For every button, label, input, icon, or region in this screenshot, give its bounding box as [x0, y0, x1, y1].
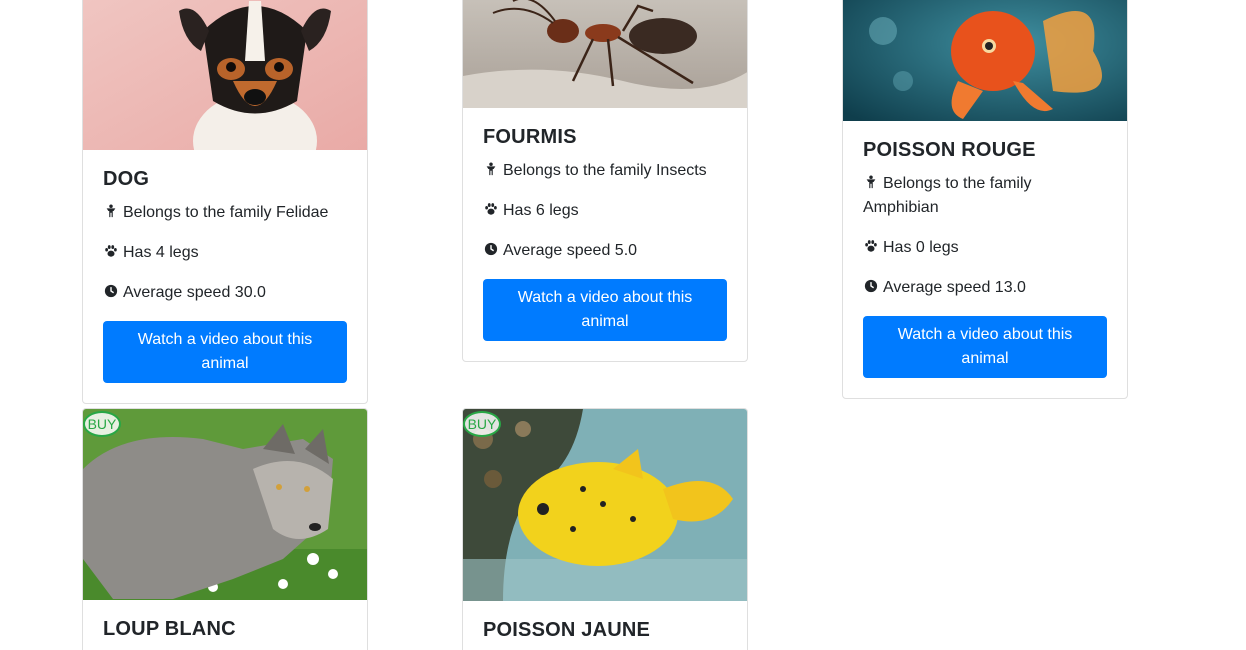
family-info: Belongs to the family Felidae [103, 201, 347, 225]
paw-icon [105, 245, 117, 257]
paw-icon [865, 240, 877, 252]
speed-text: Average speed 30.0 [123, 284, 266, 301]
legs-text: Has 6 legs [503, 202, 579, 219]
paw-icon [485, 203, 497, 215]
legs-text: Has 0 legs [883, 239, 959, 256]
family-text: Belongs to the family Insects [503, 162, 707, 179]
family-icon [866, 175, 876, 189]
pufferfish-image: BUY [463, 409, 747, 601]
dog-image [83, 0, 367, 150]
family-text: Belongs to the family Felidae [123, 204, 329, 221]
legs-text: Has 4 legs [123, 244, 199, 261]
legs-info: Has 4 legs [103, 241, 347, 265]
watch-video-button[interactable]: Watch a video about this animal [483, 279, 727, 341]
watch-video-button[interactable]: Watch a video about this animal [863, 316, 1107, 378]
speed-info: Average speed 13.0 [863, 276, 1107, 300]
family-icon [106, 204, 116, 218]
speed-text: Average speed 13.0 [883, 279, 1026, 296]
card-title: DOG [103, 168, 150, 190]
buy-badge[interactable]: BUY [83, 411, 121, 437]
family-text: Belongs to the family Amphibian [863, 175, 1032, 216]
clock-icon [484, 242, 498, 256]
card-title: POISSON JAUNE [483, 619, 651, 641]
animal-card-poisson-rouge: POISSON ROUGE Belongs to the family Amph… [842, 0, 1128, 399]
card-title: POISSON ROUGE [863, 139, 1036, 161]
legs-info: Has 6 legs [483, 199, 727, 223]
animal-cards-page: DOG Belongs to the family Felidae Has 4 … [0, 0, 1246, 650]
wolf-image: BUY [83, 409, 367, 600]
speed-text: Average speed 5.0 [503, 242, 638, 259]
family-info: Belongs to the family Insects [483, 159, 727, 183]
animal-card-dog: DOG Belongs to the family Felidae Has 4 … [82, 0, 368, 404]
speed-info: Average speed 5.0 [483, 239, 727, 263]
speed-info: Average speed 30.0 [103, 281, 347, 305]
animal-card-fourmis: FOURMIS Belongs to the family Insects Ha… [462, 0, 748, 362]
legs-info: Has 0 legs [863, 236, 1107, 260]
card-title: LOUP BLANC [103, 618, 236, 640]
family-icon [486, 162, 496, 176]
animal-card-loup-blanc: BUY LOUP BLANC [82, 408, 368, 650]
goldfish-image [843, 0, 1127, 121]
card-title: FOURMIS [483, 126, 577, 148]
buy-badge[interactable]: BUY [463, 411, 501, 437]
family-info: Belongs to the family Amphibian [863, 172, 1107, 220]
watch-video-button[interactable]: Watch a video about this animal [103, 321, 347, 383]
clock-icon [104, 284, 118, 298]
clock-icon [864, 279, 878, 293]
ant-image [463, 0, 747, 108]
animal-card-poisson-jaune: BUY POISSON JAUNE [462, 408, 748, 650]
